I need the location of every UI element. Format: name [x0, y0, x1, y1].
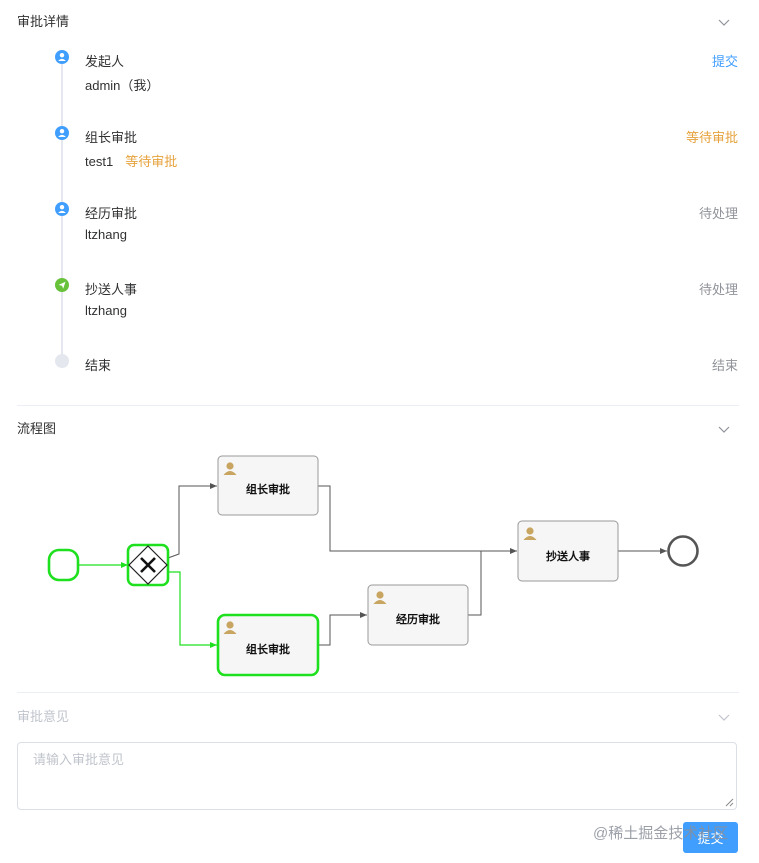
- opinion-header[interactable]: 审批意见: [17, 705, 739, 729]
- step-status-end: 结束: [711, 358, 738, 373]
- step-status-manager: 待处理: [698, 206, 738, 221]
- task-leader-bottom[interactable]: 组长审批: [216, 613, 320, 677]
- step-user: ltzhang: [85, 303, 127, 318]
- task-label: 经历审批: [396, 612, 440, 626]
- send-icon: [55, 278, 69, 292]
- step-subtitle-initiator: admin（我）: [85, 75, 159, 94]
- user-icon: [55, 126, 69, 140]
- step-subtitle-manager: ltzhang: [85, 227, 127, 242]
- flow-gateway-to-leader-top: [167, 483, 217, 559]
- step-title-end: 结束: [85, 358, 112, 373]
- flow-manager-to-cc: [468, 551, 482, 616]
- flow-gateway-to-leader-bottom: [168, 571, 217, 648]
- opinion-title: 审批意见: [17, 709, 70, 724]
- start-event[interactable]: [47, 548, 80, 582]
- task-label: 组长审批: [246, 482, 290, 496]
- step-title-leader: 组长审批: [85, 130, 138, 145]
- pending-tag: 等待审批: [125, 154, 178, 169]
- flow-leader-bottom-to-manager: [318, 612, 367, 646]
- task-label: 抄送人事: [546, 549, 590, 563]
- bpmn-diagram: 组长审批 组长审批 经历审批 抄送人事: [47, 455, 699, 677]
- end-event[interactable]: [667, 535, 699, 567]
- watermark: @稀土掘金技术社区: [593, 825, 729, 842]
- task-hr-cc[interactable]: 抄送人事: [517, 520, 619, 582]
- step-user: test1: [85, 154, 114, 169]
- chevron-down-icon[interactable]: [717, 417, 731, 441]
- approval-details-header[interactable]: 审批详情: [17, 10, 739, 34]
- flowchart-title: 流程图: [17, 421, 57, 436]
- divider: [17, 692, 739, 693]
- user-icon: [55, 50, 69, 64]
- task-manager[interactable]: 经历审批: [367, 584, 469, 646]
- chevron-down-icon[interactable]: [717, 705, 731, 729]
- approval-details-title: 审批详情: [17, 14, 70, 29]
- step-subtitle-cc: ltzhang: [85, 303, 127, 318]
- divider: [17, 405, 739, 406]
- step-title-manager: 经历审批: [85, 206, 138, 221]
- task-leader-top[interactable]: 组长审批: [217, 455, 319, 516]
- opinion-textarea[interactable]: [18, 743, 736, 809]
- step-status-leader: 等待审批: [685, 130, 738, 145]
- chevron-down-icon[interactable]: [717, 10, 731, 34]
- opinion-textarea-wrapper: [17, 742, 737, 810]
- end-dot: [55, 354, 69, 368]
- step-user: admin（我）: [85, 78, 160, 93]
- resize-handle-icon[interactable]: [725, 798, 734, 807]
- step-title-cc: 抄送人事: [85, 282, 138, 297]
- flow-leader-top-to-cc: [318, 485, 517, 554]
- flowchart-header[interactable]: 流程图: [17, 417, 739, 441]
- step-status-cc: 待处理: [698, 282, 738, 297]
- step-subtitle-leader: test1 等待审批: [85, 151, 177, 170]
- task-label: 组长审批: [246, 642, 290, 656]
- step-status-initiator: 提交: [711, 54, 738, 69]
- step-user: ltzhang: [85, 227, 127, 242]
- user-icon: [55, 202, 69, 216]
- step-title-initiator: 发起人: [85, 54, 125, 69]
